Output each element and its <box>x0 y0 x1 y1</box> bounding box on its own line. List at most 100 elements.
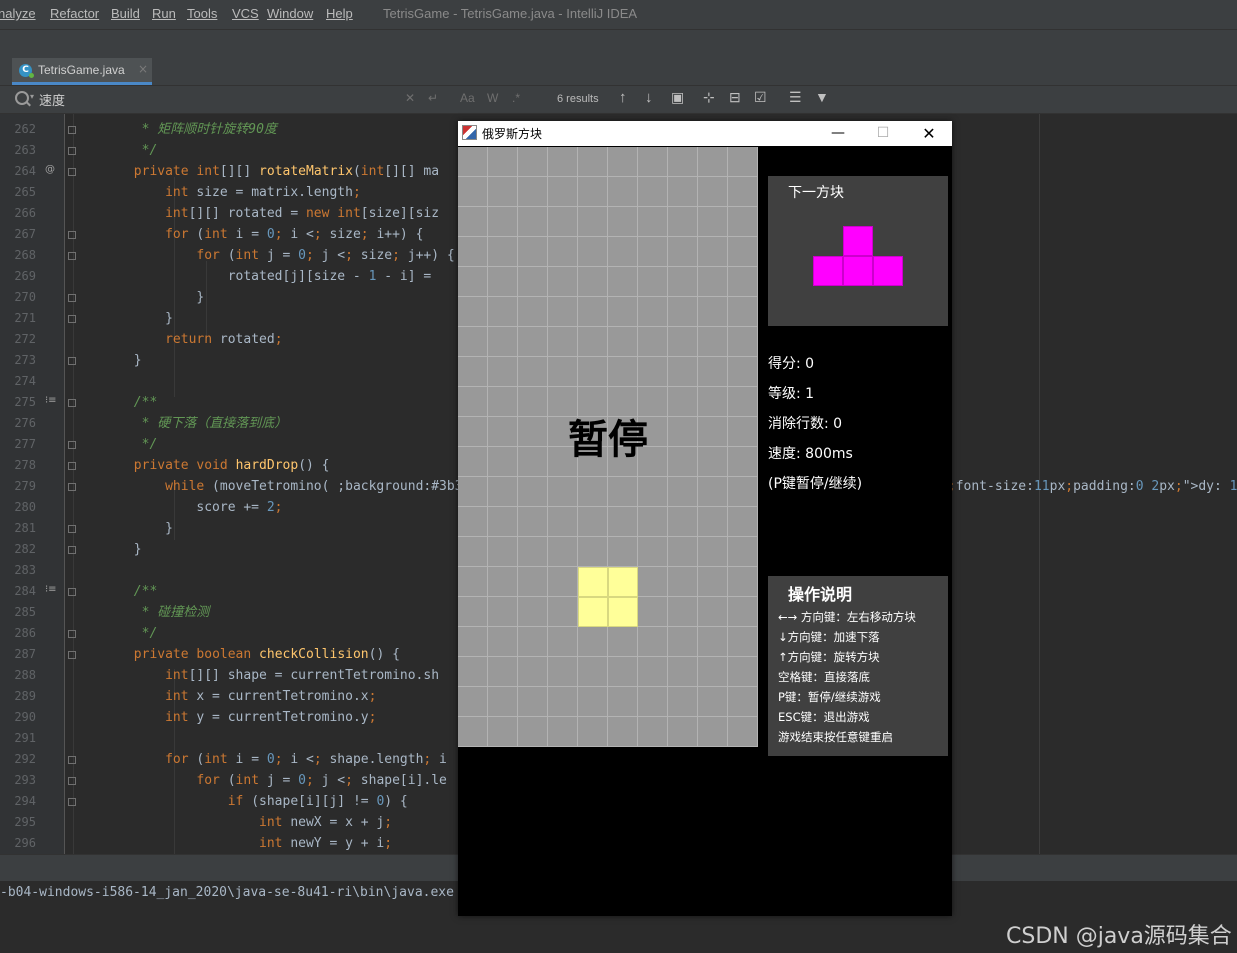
editor-tab-bar: C TetrisGame.java × <box>0 58 1237 86</box>
match-case-icon[interactable]: Aa <box>460 91 475 105</box>
fold-marker-icon[interactable] <box>68 357 76 365</box>
code-line[interactable]: int newX = x + j; <box>79 812 392 833</box>
fold-marker-icon[interactable] <box>68 756 76 764</box>
line-number: 264 <box>14 164 36 178</box>
fold-marker-icon[interactable] <box>68 588 76 596</box>
code-line[interactable]: if (shape[i][j] != 0) { <box>79 791 408 812</box>
code-line[interactable]: for (int i = 0; i <; size; i++) { <box>79 224 423 245</box>
board-cell <box>728 687 758 717</box>
game-title-bar[interactable]: 俄罗斯方块 — ☐ ✕ <box>458 121 952 146</box>
code-line[interactable]: for (int i = 0; i <; shape.length; i <box>79 749 447 770</box>
board-cell <box>728 657 758 687</box>
fold-marker-icon[interactable] <box>68 441 76 449</box>
whole-words-icon[interactable]: W <box>487 91 498 105</box>
code-line[interactable]: return rotated; <box>79 329 282 350</box>
clear-search-icon[interactable]: ✕ <box>405 91 415 105</box>
menu-window[interactable]: Window <box>267 6 313 21</box>
tab-tetrisgame-java[interactable]: C TetrisGame.java × <box>12 58 152 85</box>
fold-marker-icon[interactable] <box>68 126 76 134</box>
code-line[interactable]: /** <box>79 392 158 413</box>
minimize-button[interactable]: — <box>815 121 861 146</box>
menu-analyze[interactable]: nalyze <box>0 6 36 21</box>
fold-marker-icon[interactable] <box>68 483 76 491</box>
next-occurrence-icon[interactable]: ↓ <box>645 89 653 106</box>
remove-selection-icon[interactable]: ⊟ <box>729 89 741 106</box>
code-line[interactable]: } <box>79 539 142 560</box>
fold-marker-icon[interactable] <box>68 777 76 785</box>
code-line[interactable]: int x = currentTetromino.x; <box>79 686 376 707</box>
fold-marker-icon[interactable] <box>68 294 76 302</box>
menu-tools[interactable]: Tools <box>187 6 217 21</box>
code-line[interactable]: int size = matrix.length; <box>79 182 361 203</box>
board-cell <box>518 177 548 207</box>
previous-occurrence-icon[interactable]: ↑ <box>619 89 627 106</box>
board-cell <box>458 537 488 567</box>
menu-help[interactable]: Help <box>326 6 353 21</box>
code-line[interactable]: int[][] shape = currentTetromino.sh <box>79 665 439 686</box>
select-all-occurrences-icon[interactable]: ▣ <box>671 89 684 106</box>
code-line[interactable]: private boolean checkCollision() { <box>79 644 400 665</box>
search-input[interactable] <box>39 89 399 109</box>
code-line[interactable]: */ <box>79 434 158 455</box>
fold-marker-icon[interactable] <box>68 168 76 176</box>
code-line[interactable]: int newY = y + i; <box>79 833 392 854</box>
fold-marker-icon[interactable] <box>68 546 76 554</box>
active-piece-block <box>578 567 608 597</box>
new-line-icon[interactable]: ↵ <box>428 91 438 105</box>
code-line[interactable]: * 硬下落（直接落到底） <box>79 413 288 434</box>
add-selection-icon[interactable]: ⊹ <box>703 89 715 106</box>
fold-marker-icon[interactable] <box>68 399 76 407</box>
menu-refactor[interactable]: Refactor <box>50 6 99 21</box>
code-line[interactable]: } <box>79 518 173 539</box>
javadoc-toggle-icon[interactable]: ⁝≡ <box>45 395 57 406</box>
select-all-matches-icon[interactable]: ☑ <box>754 89 767 106</box>
javadoc-toggle-icon[interactable]: ⁝≡ <box>45 584 57 595</box>
board-cell <box>458 267 488 297</box>
code-line[interactable]: */ <box>79 623 158 644</box>
board-cell <box>638 597 668 627</box>
code-line[interactable]: score += 2; <box>79 497 282 518</box>
code-line[interactable]: } <box>79 350 142 371</box>
fold-marker-icon[interactable] <box>68 798 76 806</box>
menu-run[interactable]: Run <box>152 6 176 21</box>
fold-marker-icon[interactable] <box>68 252 76 260</box>
filter-icon[interactable]: ▼ <box>815 89 829 105</box>
fold-marker-icon[interactable] <box>68 462 76 470</box>
fold-marker-icon[interactable] <box>68 651 76 659</box>
close-button[interactable]: ✕ <box>906 121 952 146</box>
code-line[interactable]: } <box>79 287 204 308</box>
override-marker-icon[interactable]: @ <box>45 164 55 175</box>
code-line[interactable]: private int[][] rotateMatrix(int[][] ma <box>79 161 439 182</box>
search-history-chevron-icon[interactable]: ▾ <box>30 92 34 101</box>
board-cell <box>458 147 488 177</box>
code-line[interactable]: } <box>79 308 173 329</box>
code-line[interactable]: int[][] rotated = new int[size][siz <box>79 203 439 224</box>
code-line[interactable]: private void hardDrop() { <box>79 455 330 476</box>
fold-marker-icon[interactable] <box>68 630 76 638</box>
code-line[interactable]: for (int j = 0; j <; size; j++) { <box>79 245 454 266</box>
menu-vcs[interactable]: VCS <box>232 6 259 21</box>
code-line[interactable]: int y = currentTetromino.y; <box>79 707 376 728</box>
game-board[interactable]: 暂停 <box>458 147 758 747</box>
line-number: 273 <box>14 353 36 367</box>
fold-marker-icon[interactable] <box>68 315 76 323</box>
fold-marker-icon[interactable] <box>68 525 76 533</box>
code-line[interactable]: * 碰撞检测 <box>79 602 210 623</box>
board-cell <box>548 597 578 627</box>
search-icon[interactable] <box>15 91 29 105</box>
search-options-icon[interactable]: ☰ <box>789 89 802 106</box>
code-line[interactable]: */ <box>79 140 158 161</box>
code-line[interactable]: /** <box>79 581 158 602</box>
menu-build[interactable]: Build <box>111 6 140 21</box>
code-line[interactable]: rotated[j][size - 1 - i] = <box>79 266 439 287</box>
close-tab-icon[interactable]: × <box>138 62 148 76</box>
fold-marker-icon[interactable] <box>68 147 76 155</box>
board-cell <box>638 207 668 237</box>
regex-icon[interactable]: .* <box>512 91 520 105</box>
code-line[interactable]: for (int j = 0; j <; shape[i].le <box>79 770 446 791</box>
board-cell <box>638 297 668 327</box>
code-line[interactable]: * 矩阵顺时针旋转90度 <box>79 119 277 140</box>
board-cell <box>728 207 758 237</box>
maximize-button[interactable]: ☐ <box>860 121 906 146</box>
fold-marker-icon[interactable] <box>68 231 76 239</box>
